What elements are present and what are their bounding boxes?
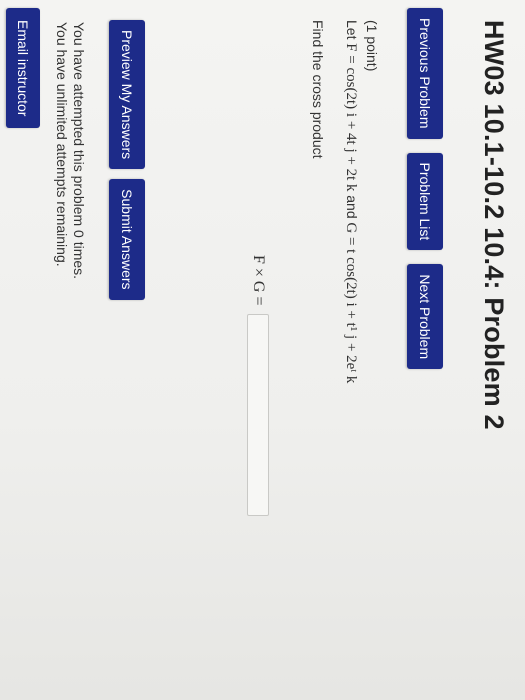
email-section: Email instructor bbox=[6, 8, 40, 129]
attempt-status: You have attempted this problem 0 times.… bbox=[53, 22, 87, 279]
answer-row: F × G = bbox=[247, 255, 269, 516]
g-definition: G = t cos(2t) i + t¹ j + 2eᵗ k bbox=[343, 222, 359, 384]
problem-page: HW03 10.1-10.2 10.4: Problem 2 Previous … bbox=[0, 0, 525, 700]
problem-definition: Let F = cos(2t) i + 4t j + 2t k and G = … bbox=[342, 20, 360, 383]
page-title: HW03 10.1-10.2 10.4: Problem 2 bbox=[479, 20, 509, 430]
remaining-text: You have unlimited attempts remaining. bbox=[54, 22, 70, 267]
problem-points: (1 point) bbox=[364, 20, 380, 72]
previous-problem-button[interactable]: Previous Problem bbox=[407, 8, 443, 139]
problem-statement: (1 point) Let F = cos(2t) i + 4t j + 2t … bbox=[310, 20, 380, 383]
preview-answers-button[interactable]: Preview My Answers bbox=[109, 20, 145, 170]
answer-input[interactable] bbox=[247, 313, 269, 516]
answer-label: F × G = bbox=[250, 255, 267, 306]
let-text: Let bbox=[344, 20, 360, 40]
problem-instruction: Find the cross product bbox=[310, 20, 326, 159]
email-instructor-button[interactable]: Email instructor bbox=[6, 8, 40, 129]
submit-answers-button[interactable]: Submit Answers bbox=[109, 179, 145, 300]
next-problem-button[interactable]: Next Problem bbox=[407, 264, 443, 370]
problem-navigation: Previous Problem Problem List Next Probl… bbox=[407, 8, 443, 370]
f-definition: F = cos(2t) i + 4t j + 2t k bbox=[343, 43, 359, 192]
and-text: and bbox=[344, 195, 360, 219]
submit-actions: Preview My Answers Submit Answers bbox=[109, 20, 145, 300]
attempts-text: You have attempted this problem 0 times. bbox=[71, 22, 87, 280]
problem-list-button[interactable]: Problem List bbox=[407, 152, 443, 251]
